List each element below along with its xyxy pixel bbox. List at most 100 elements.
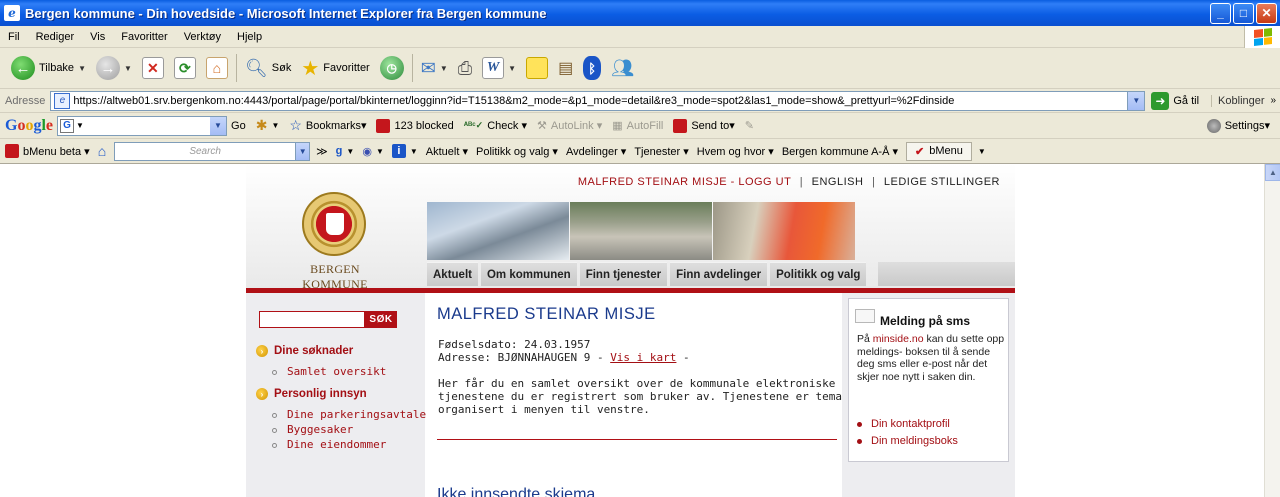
menu-help[interactable]: Hjelp: [229, 31, 270, 43]
header-photo-square: [570, 202, 712, 260]
popup-blocker-button[interactable]: 123 blocked: [376, 118, 454, 133]
back-label: Tilbake: [39, 62, 75, 74]
bmenu-beta-button[interactable]: bMenu beta ▾: [5, 144, 90, 158]
address-dropdown-icon[interactable]: ▼: [1127, 91, 1145, 110]
bergen-coat-of-arms-logo[interactable]: [302, 192, 366, 256]
refresh-button[interactable]: ⟳: [169, 51, 201, 85]
menu-favorites[interactable]: Favoritter: [113, 31, 175, 43]
back-button[interactable]: ← Tilbake ▼: [6, 51, 91, 85]
messenger-button[interactable]: 👥︎: [606, 51, 639, 85]
google-bookmarks-button[interactable]: ☆ Bookmarks▾: [289, 117, 366, 134]
engine2-button[interactable]: ◉ ▼: [362, 145, 384, 158]
sidebar-link-parkering[interactable]: Dine parkeringsavtaler: [272, 408, 433, 421]
minside-link[interactable]: minside.no: [873, 333, 924, 345]
send-to-button[interactable]: Send to▾: [673, 118, 735, 133]
bookmarks-label: Bookmarks▾: [305, 120, 367, 132]
google-search-dropdown-icon[interactable]: ▼: [210, 116, 227, 135]
bmenu-item-politikk[interactable]: Politikk og valg ▾: [476, 145, 558, 158]
home-button[interactable]: ⌂: [201, 51, 233, 85]
nav-politikk-og-valg[interactable]: Politikk og valg: [770, 262, 867, 286]
circle-bullet-icon: [272, 427, 277, 433]
autolink-button[interactable]: ⚒ AutoLink ▾: [537, 119, 602, 132]
bmenu-item-tjenester[interactable]: Tjenester ▾: [634, 145, 688, 158]
links-button[interactable]: Koblinger: [1211, 94, 1265, 107]
nav-om-kommunen[interactable]: Om kommunen: [480, 262, 577, 286]
bmenu-item-hvem-og-hvor[interactable]: Hvem og hvor ▾: [697, 145, 774, 158]
stop-button[interactable]: ✕: [137, 51, 169, 85]
google-search-input[interactable]: G ▼ ▼: [57, 115, 228, 136]
minimize-button[interactable]: _: [1210, 2, 1231, 24]
google-engine-button[interactable]: g ▼: [336, 145, 355, 157]
google-settings-button[interactable]: Settings▾: [1206, 118, 1270, 133]
home-shortcut-button[interactable]: ⌂: [98, 143, 106, 159]
map-link[interactable]: Vis i kart: [610, 351, 676, 364]
menu-edit[interactable]: Rediger: [28, 31, 83, 43]
nav-finn-tjenester[interactable]: Finn tjenester: [579, 262, 668, 286]
menu-file[interactable]: Fil: [0, 31, 28, 43]
note-button[interactable]: [521, 51, 553, 85]
sidebar-section-soknader[interactable]: › Dine søknader: [256, 345, 353, 357]
bmenu-item-aktuelt[interactable]: Aktuelt ▾: [426, 145, 468, 158]
mail-button[interactable]: ✉ ▼: [416, 51, 453, 85]
toolbar-separator: [411, 54, 413, 82]
highlighter-button[interactable]: ✎: [745, 119, 754, 132]
nav-aktuelt[interactable]: Aktuelt: [427, 262, 478, 286]
forward-dropdown-icon[interactable]: ▼: [124, 64, 132, 73]
site-search-button[interactable]: SØK: [365, 311, 397, 328]
print-button[interactable]: ⎙: [453, 51, 477, 85]
bmenu-dropdown-icon[interactable]: ▼: [978, 147, 986, 156]
sidebar-link-byggesaker[interactable]: Byggesaker: [272, 423, 353, 436]
bluetooth-button[interactable]: ᛒ: [578, 51, 606, 85]
bmenu-button[interactable]: ✔ bMenu: [906, 141, 972, 161]
google-logo[interactable]: Google: [5, 117, 53, 135]
site-search-input[interactable]: [259, 311, 365, 328]
menu-tools[interactable]: Verktøy: [176, 31, 229, 43]
nav-finn-avdelinger[interactable]: Finn avdelinger: [670, 262, 768, 286]
windows-logo-icon: [1244, 25, 1280, 48]
mail-dropdown-icon[interactable]: ▼: [440, 64, 448, 73]
address-url[interactable]: https://altweb01.srv.bergenkom.no:4443/p…: [73, 95, 1127, 107]
go-button[interactable]: ➜ Gå til: [1151, 91, 1199, 110]
contact-profile-link[interactable]: Din kontaktprofil: [857, 418, 950, 430]
close-button[interactable]: ✕: [1256, 2, 1277, 24]
history-button[interactable]: ◷: [375, 51, 409, 85]
jobs-link[interactable]: LEDIGE STILLINGER: [884, 176, 1000, 188]
research-button[interactable]: ▤: [553, 51, 578, 85]
google-puzzle-button[interactable]: ✱ ▼: [256, 117, 280, 134]
messenger-icon: 👥︎: [611, 57, 635, 78]
back-dropdown-icon[interactable]: ▼: [78, 64, 86, 73]
sidebar-link-samlet-oversikt[interactable]: Samlet oversikt: [272, 365, 386, 378]
edit-button[interactable]: W ▼: [477, 51, 521, 85]
double-chevron-icon: ≫: [316, 145, 328, 158]
logout-link[interactable]: MALFRED STEINAR MISJE - LOGG UT: [578, 176, 791, 188]
bmenu-search-dropdown-icon[interactable]: ▼: [296, 141, 311, 161]
forward-button[interactable]: → ▼: [91, 51, 137, 85]
autofill-button[interactable]: ▦ AutoFill: [612, 119, 663, 133]
maximize-button[interactable]: □: [1233, 2, 1254, 24]
bmenu-item-avdelinger[interactable]: Avdelinger ▾: [566, 145, 626, 158]
intro-line-3: organisert i menyen til venstre.: [438, 403, 650, 416]
check-label: Check ▾: [487, 120, 527, 132]
double-chevron-button[interactable]: ≫: [316, 145, 328, 158]
menu-view[interactable]: Vis: [82, 31, 113, 43]
spellcheck-button[interactable]: ᴬᴮᶜ✓ Check ▾: [464, 119, 527, 132]
search-label: Søk: [271, 62, 292, 74]
puzzle-icon: ✱: [255, 117, 268, 133]
address-input[interactable]: e https://altweb01.srv.bergenkom.no:4443…: [50, 90, 1146, 111]
favorites-button[interactable]: ★ Favoritter: [296, 51, 374, 85]
google-go-button[interactable]: Go: [231, 120, 246, 132]
bmenu-search-input[interactable]: Search: [114, 141, 297, 161]
message-box-link[interactable]: Din meldingsboks: [857, 435, 958, 447]
sidebar-link-eiendommer[interactable]: Dine eiendommer: [272, 438, 386, 451]
google-menu-dropdown-icon[interactable]: ▼: [76, 121, 84, 130]
english-link[interactable]: ENGLISH: [812, 176, 864, 188]
vertical-scrollbar[interactable]: ▲: [1264, 164, 1280, 497]
bmenu-item-a-aa[interactable]: Bergen kommune A-Å ▾: [782, 145, 898, 158]
search-button[interactable]: 🔍︎ Søk: [240, 51, 296, 85]
link-label: Din kontaktprofil: [871, 418, 950, 430]
edit-dropdown-icon[interactable]: ▼: [508, 64, 516, 73]
chevron-right-icon[interactable]: »: [1271, 95, 1277, 106]
scroll-up-icon[interactable]: ▲: [1265, 164, 1280, 181]
info-button[interactable]: i ▼: [391, 144, 418, 158]
sidebar-section-innsyn[interactable]: › Personlig innsyn: [256, 388, 367, 400]
